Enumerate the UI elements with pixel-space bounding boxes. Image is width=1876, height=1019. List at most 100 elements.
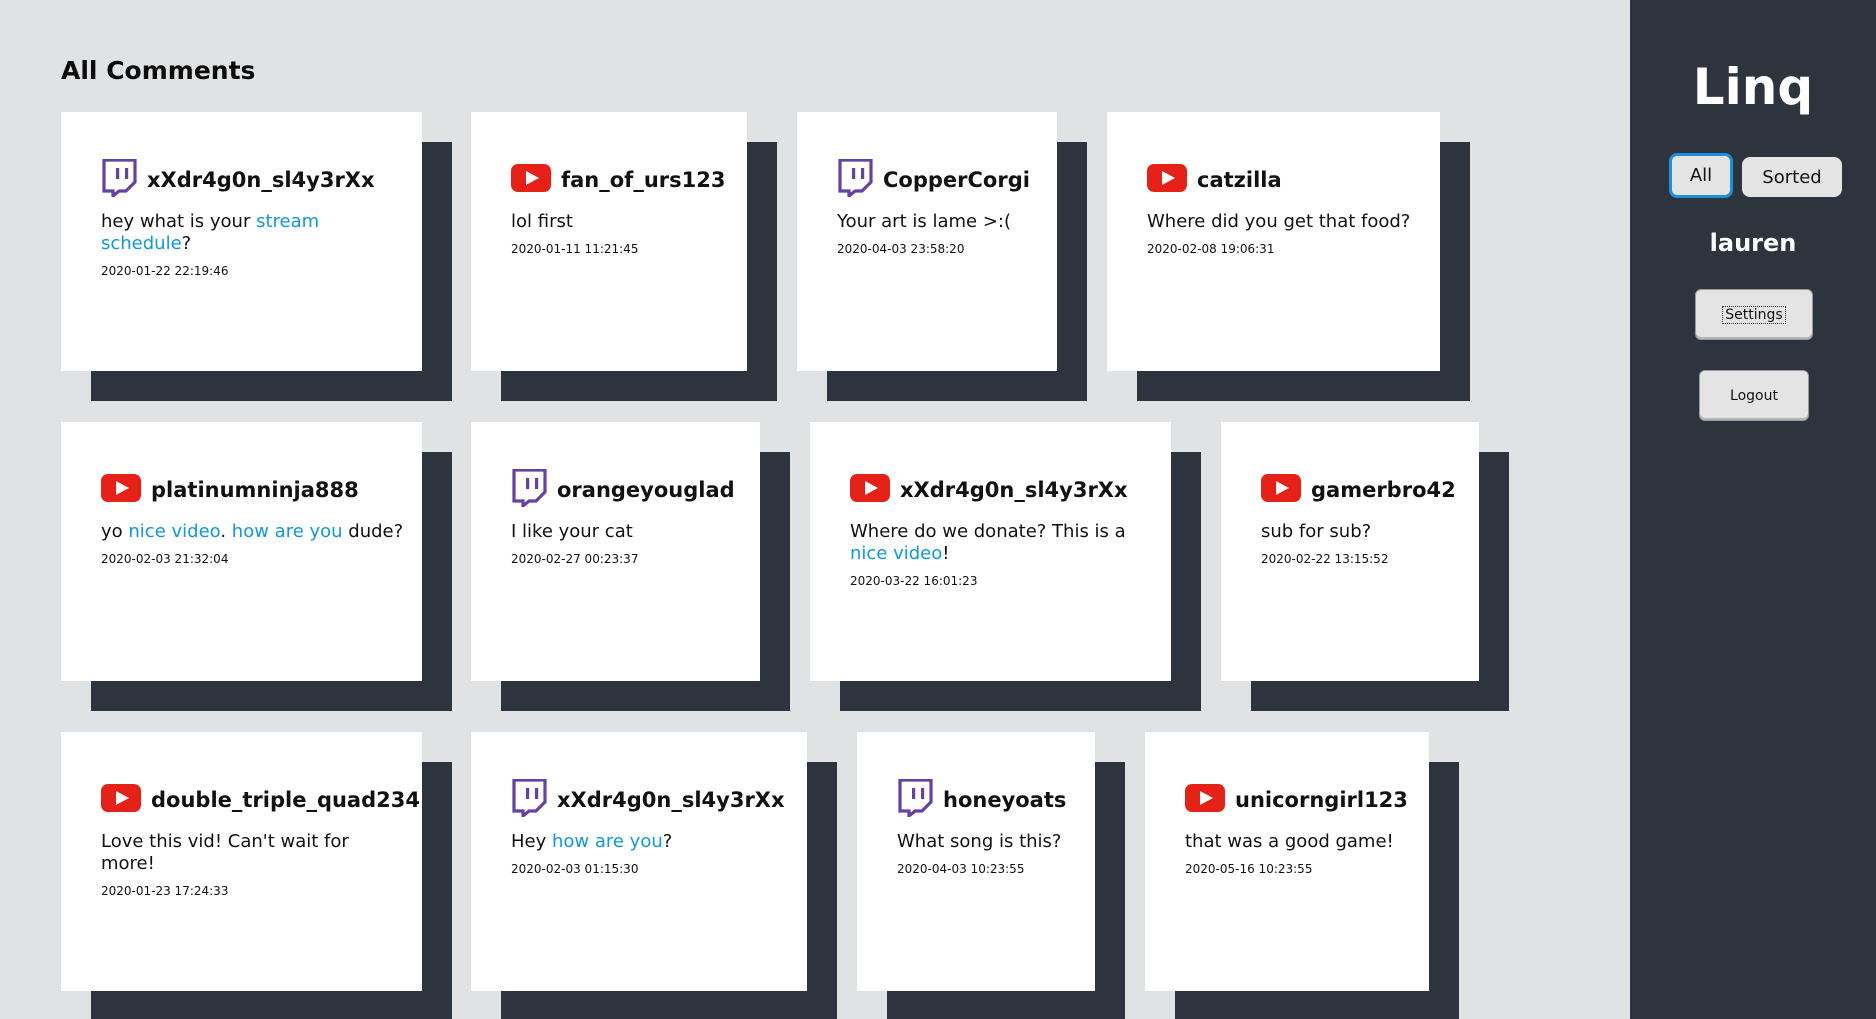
comment-card: catzilla Where did you get that food? 2020…	[1107, 112, 1440, 371]
comment-text: Your art is lame >:(	[837, 211, 1043, 233]
comment-text: Where do we donate? This is a nice video…	[850, 521, 1157, 565]
comment-username: unicorngirl123	[1235, 788, 1408, 812]
settings-button-label: Settings	[1722, 305, 1786, 324]
comment-header: gamerbro42	[1261, 470, 1465, 510]
comment-text-segment: Where do we donate? This is a	[850, 521, 1126, 542]
comment-text-segment: that was a good game!	[1185, 831, 1394, 852]
comment-card: gamerbro42 sub for sub? 2020-02-22 13:15:5…	[1221, 422, 1479, 681]
comment-text: sub for sub?	[1261, 521, 1465, 543]
comment-text-segment: hey what is your	[101, 211, 257, 232]
comment-text-segment: Hey	[511, 831, 552, 852]
youtube-icon	[101, 474, 141, 506]
comment-text: I like your cat	[511, 521, 746, 543]
comment-text-segment: sub for sub?	[1261, 521, 1372, 542]
comment-username: catzilla	[1197, 168, 1282, 192]
comment-text-segment: dude?	[342, 521, 404, 542]
comment-header: platinumninja888	[101, 470, 408, 510]
comment-text: What song is this?	[897, 831, 1081, 853]
twitch-icon	[897, 778, 933, 821]
comment-timestamp: 2020-02-03 21:32:04	[101, 552, 229, 566]
comment-timestamp: 2020-02-27 00:23:37	[511, 552, 639, 566]
comment-text-segment: What song is this?	[897, 831, 1062, 852]
comment-text: Where did you get that food?	[1147, 211, 1426, 233]
page-title: All Comments	[61, 56, 256, 85]
twitch-icon	[511, 468, 547, 511]
main-content: All Comments xXdr4g0n_sl4y3rXxhey what i…	[0, 0, 1630, 1019]
comment-text-segment: ?	[662, 831, 673, 852]
settings-button[interactable]: Settings	[1695, 289, 1813, 340]
comment-timestamp: 2020-04-03 10:23:55	[897, 862, 1025, 876]
comment-username: gamerbro42	[1311, 478, 1456, 502]
comment-card: unicorngirl123 that was a good game! 2020-…	[1145, 732, 1429, 991]
comment-link[interactable]: nice video	[850, 543, 942, 564]
comment-text-segment: I like your cat	[511, 521, 633, 542]
comment-link[interactable]: nice video	[128, 521, 220, 542]
comment-card: platinumninja888 yo nice video. how are y…	[61, 422, 422, 681]
comment-header: CopperCorgi	[837, 158, 1043, 201]
youtube-icon	[1147, 164, 1187, 196]
comment-text-segment: Your art is lame >:(	[837, 211, 1011, 232]
comment-text: lol first	[511, 211, 733, 233]
comment-timestamp: 2020-03-22 16:01:23	[850, 574, 978, 588]
comment-username: fan_of_urs123	[561, 168, 726, 192]
comment-card: CopperCorgi Your art is lame >:( 2020-04-0…	[797, 112, 1057, 371]
comment-text: yo nice video. how are you dude?	[101, 521, 408, 543]
comment-header: fan_of_urs123	[511, 160, 733, 200]
comment-text-segment: .	[220, 521, 232, 542]
comment-username: orangeyouglad	[557, 478, 735, 502]
filter-sorted-button[interactable]: Sorted	[1742, 157, 1842, 197]
comment-header: honeyoats	[897, 778, 1081, 821]
comment-card: xXdr4g0n_sl4y3rXxhey what is your stream…	[61, 112, 422, 371]
comment-card: fan_of_urs123lol first 2020-01-11 11:21:4…	[471, 112, 747, 371]
sidebar: Linq All Sorted lauren Settings Logout	[1630, 0, 1876, 1019]
filter-all-button[interactable]: All	[1669, 153, 1733, 198]
comment-timestamp: 2020-04-03 23:58:20	[837, 242, 965, 256]
comment-header: orangeyouglad	[511, 468, 746, 511]
comment-text-segment: !	[942, 543, 950, 564]
youtube-icon	[1185, 784, 1225, 816]
comment-header: catzilla	[1147, 160, 1426, 200]
comment-text-segment: yo	[101, 521, 129, 542]
twitch-icon	[101, 158, 137, 201]
comment-header: unicorngirl123	[1185, 780, 1415, 820]
comment-timestamp: 2020-02-22 13:15:52	[1261, 552, 1389, 566]
comment-card: orangeyouglad I like your cat 2020-02-27 0…	[471, 422, 760, 681]
comment-link[interactable]: how are you	[232, 521, 343, 542]
twitch-icon	[837, 158, 873, 201]
comment-timestamp: 2020-05-16 10:23:55	[1185, 862, 1313, 876]
comment-timestamp: 2020-02-08 19:06:31	[1147, 242, 1275, 256]
comment-text-segment: ?	[181, 233, 192, 254]
comment-card: xXdr4g0n_sl4y3rXx Where do we donate? Thi…	[810, 422, 1171, 681]
comment-username: xXdr4g0n_sl4y3rXx	[557, 788, 785, 812]
comment-text-segment: lol first	[511, 211, 573, 232]
comment-text-segment: Where did you get that food?	[1147, 211, 1411, 232]
comment-username: xXdr4g0n_sl4y3rXx	[147, 168, 375, 192]
comment-timestamp: 2020-02-03 01:15:30	[511, 862, 639, 876]
youtube-icon	[850, 474, 890, 506]
app-logo: Linq	[1692, 58, 1814, 116]
comment-card: double_triple_quad234 Love this vid! Can'…	[61, 732, 422, 991]
comment-text: that was a good game!	[1185, 831, 1415, 853]
username: lauren	[1709, 229, 1797, 257]
comment-text: Love this vid! Can't wait for more!	[101, 831, 408, 875]
comment-username: xXdr4g0n_sl4y3rXx	[900, 478, 1128, 502]
comment-text: hey what is your stream schedule?	[101, 211, 408, 255]
logout-button[interactable]: Logout	[1699, 370, 1809, 421]
comment-username: CopperCorgi	[883, 168, 1030, 192]
comment-header: xXdr4g0n_sl4y3rXx	[101, 158, 408, 201]
youtube-icon	[511, 164, 551, 196]
comment-username: double_triple_quad234	[151, 788, 420, 812]
twitch-icon	[511, 778, 547, 821]
comment-timestamp: 2020-01-22 22:19:46	[101, 264, 229, 278]
comment-card: xXdr4g0n_sl4y3rXx Hey how are you? 2020-02…	[471, 732, 807, 991]
comment-card: honeyoats What song is this? 2020-04-03 10…	[857, 732, 1095, 991]
comment-timestamp: 2020-01-23 17:24:33	[101, 884, 229, 898]
comment-link[interactable]: how are you	[552, 831, 663, 852]
youtube-icon	[1261, 474, 1301, 506]
comment-username: platinumninja888	[151, 478, 359, 502]
comment-timestamp: 2020-01-11 11:21:45	[511, 242, 639, 256]
comment-header: xXdr4g0n_sl4y3rXx	[511, 778, 793, 821]
comment-text-segment: Love this vid! Can't wait for more!	[101, 831, 349, 874]
comment-username: honeyoats	[943, 788, 1067, 812]
youtube-icon	[101, 784, 141, 816]
